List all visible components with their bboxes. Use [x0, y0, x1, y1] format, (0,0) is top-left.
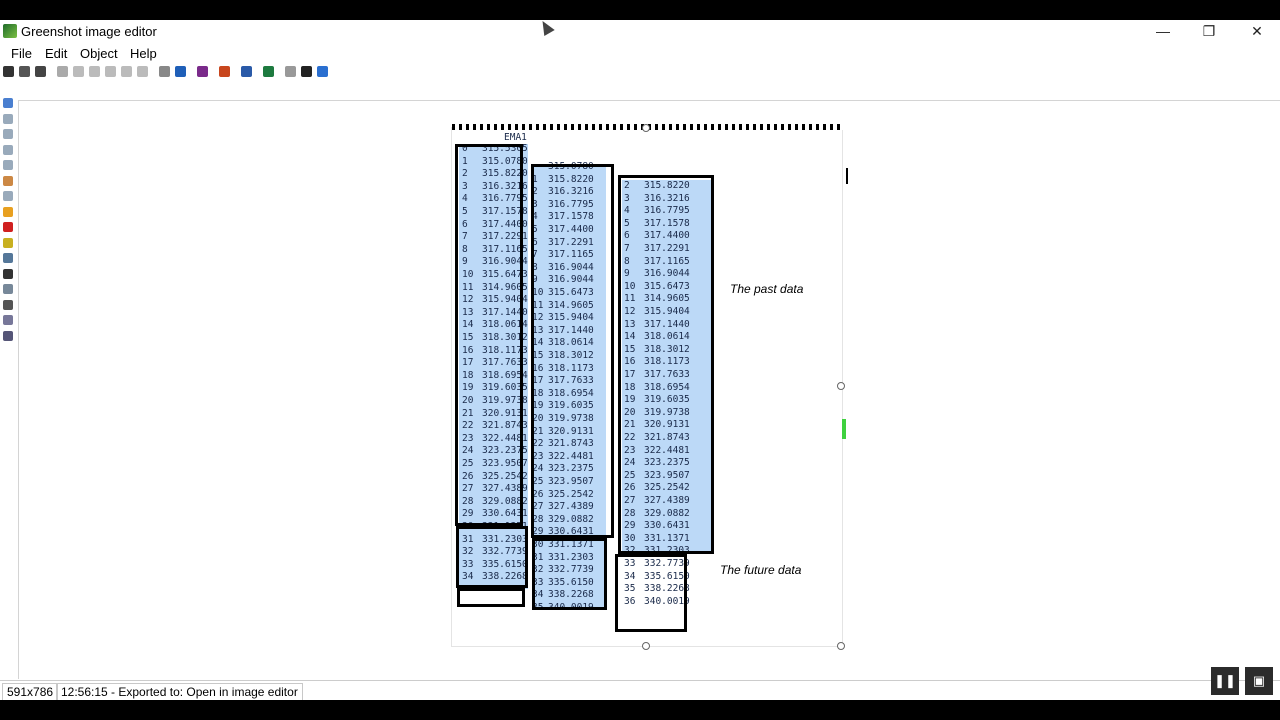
speech-bubble-tool-icon[interactable] [3, 206, 13, 217]
obfuscate-tool-icon[interactable] [3, 253, 13, 263]
pause-icon[interactable]: ❚❚ [1211, 667, 1239, 695]
settings-icon[interactable] [159, 66, 170, 77]
help-icon[interactable] [317, 66, 328, 77]
status-bar: 591x786 12:56:15 - Exported to: Open in … [0, 680, 1280, 700]
toolbar [0, 65, 1280, 81]
outlook-icon[interactable] [175, 66, 186, 77]
powerpoint-icon[interactable] [219, 66, 230, 77]
highlight-tool-icon[interactable] [3, 237, 13, 248]
text-tool-icon[interactable] [3, 191, 13, 201]
screenshot-image[interactable]: EMA1 0 315.5305 1 315.0780 2 315.8220 3 316.321… [451, 124, 848, 650]
image-size-label: 591x786 [2, 683, 59, 700]
rotate-tool-icon[interactable] [3, 315, 13, 325]
menu-bar: File Edit Object Help [0, 44, 1280, 64]
cropped-edge-remnant [843, 168, 848, 184]
delete-icon[interactable] [57, 66, 68, 77]
word-icon[interactable] [241, 66, 252, 77]
recorder-controls: ❚❚ ▣ [1211, 667, 1275, 695]
person-icon[interactable]: ▣ [1245, 667, 1273, 695]
select-tool-icon[interactable] [3, 98, 13, 108]
title-bar: Greenshot image editor — ❐ ✕ [0, 20, 1280, 44]
paste-icon[interactable] [105, 66, 116, 77]
editor-window: Greenshot image editor — ❐ ✕ File Edit O… [0, 20, 1280, 700]
past-data-label: The past data [730, 282, 804, 296]
menu-edit[interactable]: Edit [45, 46, 67, 61]
menu-file[interactable]: File [11, 46, 32, 61]
window-title: Greenshot image editor [21, 24, 157, 39]
image-tool-icon[interactable] [3, 284, 13, 294]
print-icon[interactable] [35, 66, 46, 77]
minimize-button[interactable]: — [1140, 20, 1186, 42]
resize-tool-icon[interactable] [3, 299, 13, 310]
restore-button[interactable]: ❐ [1186, 20, 1232, 42]
past-box-3 [618, 175, 714, 554]
future-box-1 [456, 526, 528, 588]
pen-tool-icon[interactable] [3, 175, 13, 186]
menu-help[interactable]: Help [130, 46, 157, 61]
future-box-3 [615, 554, 687, 632]
rect-tool-icon[interactable] [3, 113, 13, 124]
past-box-1 [455, 144, 523, 526]
resize-handle-corner[interactable] [837, 642, 845, 650]
resize-handle-top[interactable] [642, 124, 650, 132]
crop-tool-icon[interactable] [3, 268, 13, 279]
close-button[interactable]: ✕ [1234, 20, 1280, 42]
counter-tool-icon[interactable] [3, 222, 13, 232]
undo-icon[interactable] [121, 66, 132, 77]
status-message: 12:56:15 - Exported to: Open in image ed… [56, 683, 303, 700]
past-box-2 [531, 164, 614, 538]
fit-tool-icon[interactable] [3, 330, 13, 341]
resize-handle-bottom[interactable] [642, 642, 650, 650]
greenshot-app-icon [3, 24, 17, 38]
menu-object[interactable]: Object [80, 46, 118, 61]
arrow-tool-icon[interactable] [3, 160, 13, 170]
drawing-tools [0, 98, 16, 678]
new-icon[interactable] [19, 66, 30, 77]
future-box-2 [532, 538, 607, 610]
cut-icon[interactable] [73, 66, 84, 77]
onenote-icon[interactable] [197, 66, 208, 77]
ellipse-tool-icon[interactable] [3, 129, 13, 139]
future-data-label: The future data [720, 563, 802, 577]
info-icon[interactable] [301, 66, 312, 77]
copy-icon[interactable] [89, 66, 100, 77]
excel-icon[interactable] [263, 66, 274, 77]
table1-header: EMA1 [504, 132, 527, 143]
empty-box-1 [457, 588, 525, 607]
resize-handle-right[interactable] [837, 382, 845, 390]
line-tool-icon[interactable] [3, 144, 13, 155]
redo-icon[interactable] [137, 66, 148, 77]
green-marker [842, 419, 846, 439]
save-icon[interactable] [3, 66, 14, 77]
email-icon[interactable] [285, 66, 296, 77]
